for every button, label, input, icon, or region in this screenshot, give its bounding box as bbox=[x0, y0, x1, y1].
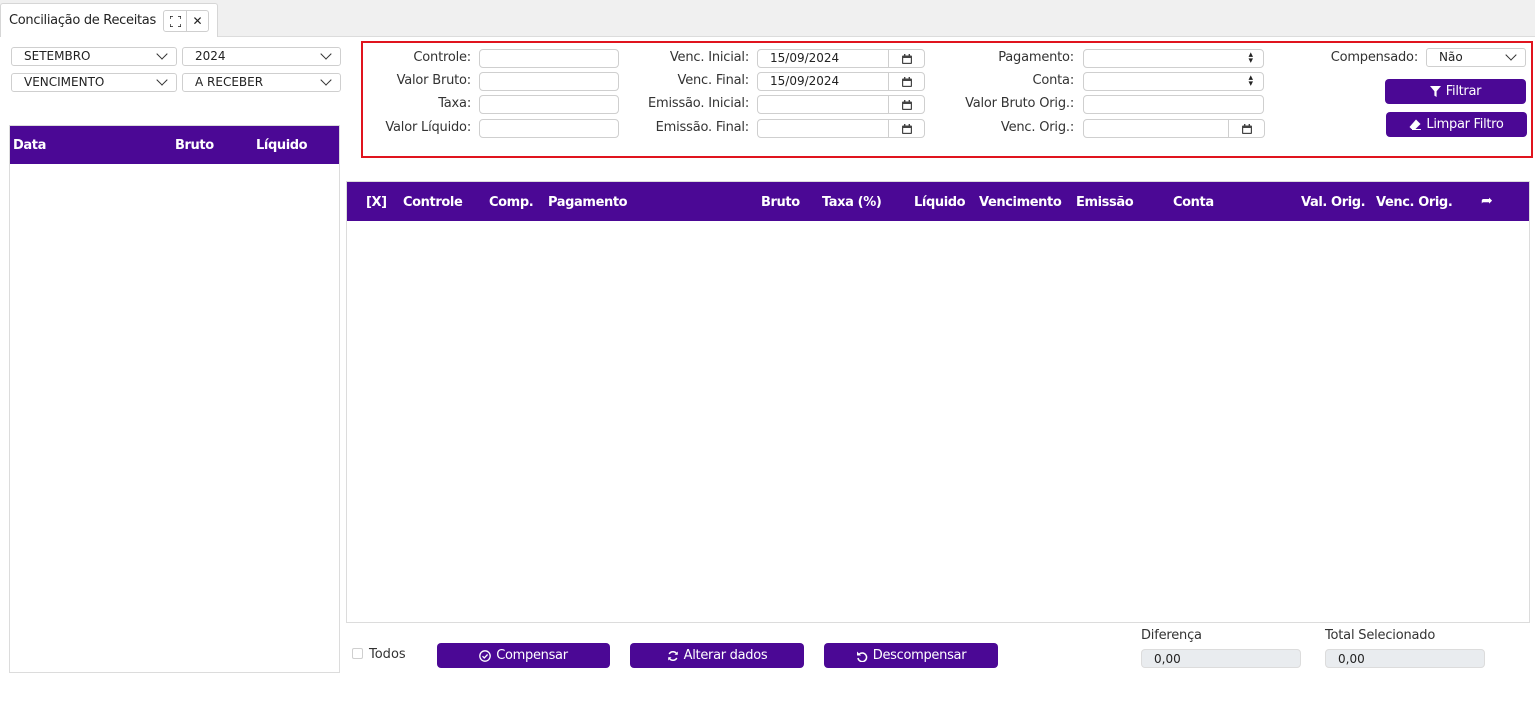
tab-title: Conciliação de Receitas bbox=[9, 13, 156, 28]
undo-icon bbox=[856, 651, 868, 662]
diferenca-label: Diferença bbox=[1141, 628, 1202, 643]
header-liquido[interactable]: Líquido bbox=[914, 195, 966, 210]
tab-actions: ✕ bbox=[163, 10, 209, 32]
filtrar-label: Filtrar bbox=[1445, 84, 1482, 99]
month-select[interactable]: SETEMBRO bbox=[11, 47, 177, 66]
venc-inicial-label: Venc. Inicial: bbox=[669, 50, 749, 65]
emissao-inicial-label: Emissão. Inicial: bbox=[648, 96, 749, 111]
compensar-label: Compensar bbox=[496, 648, 568, 663]
close-icon[interactable]: ✕ bbox=[186, 11, 208, 31]
header-pagamento[interactable]: Pagamento bbox=[548, 195, 628, 210]
header-emissao[interactable]: Emissão bbox=[1076, 195, 1134, 210]
header-data[interactable]: Data bbox=[13, 138, 46, 153]
sort-icon: ▴ ▾ bbox=[1248, 73, 1253, 89]
emissao-final-label: Emissão. Final: bbox=[655, 120, 750, 135]
chevron-down-icon bbox=[320, 74, 332, 86]
receitas-table: [X] Controle Comp. Pagamento Bruto Taxa … bbox=[346, 181, 1530, 623]
chevron-down-icon bbox=[1505, 49, 1517, 61]
alterar-dados-button[interactable]: Alterar dados bbox=[630, 643, 804, 668]
header-liquido[interactable]: Líquido bbox=[256, 138, 308, 153]
header-venc-orig[interactable]: Venc. Orig. bbox=[1376, 195, 1453, 210]
filtrar-button[interactable]: Filtrar bbox=[1385, 79, 1526, 104]
date-type-select[interactable]: VENCIMENTO bbox=[11, 73, 177, 92]
taxa-input[interactable] bbox=[479, 95, 619, 114]
venc-final-label: Venc. Final: bbox=[677, 73, 750, 88]
taxa-label: Taxa: bbox=[438, 96, 471, 111]
refresh-icon bbox=[667, 650, 678, 661]
conta-label: Conta: bbox=[1032, 73, 1074, 88]
header-vencimento[interactable]: Vencimento bbox=[979, 195, 1062, 210]
valor-bruto-label: Valor Bruto: bbox=[396, 73, 472, 88]
sort-icon: ▴ ▾ bbox=[1248, 50, 1253, 66]
descompensar-label: Descompensar bbox=[872, 648, 967, 663]
check-circle-icon bbox=[479, 649, 492, 662]
header-bruto[interactable]: Bruto bbox=[761, 195, 800, 210]
filter-panel: Controle: Valor Bruto: Taxa: Valor Líqui… bbox=[361, 41, 1533, 158]
todos-checkbox[interactable] bbox=[352, 648, 363, 659]
venc-final-value: 15/09/2024 bbox=[770, 74, 840, 88]
descompensar-button[interactable]: Descompensar bbox=[824, 643, 998, 668]
emissao-final-input[interactable] bbox=[757, 119, 925, 138]
compensado-value: Não bbox=[1439, 50, 1463, 64]
daily-summary-header: Data Bruto Líquido bbox=[10, 126, 339, 164]
filter-icon bbox=[1429, 86, 1441, 97]
tab-bar: Conciliação de Receitas ✕ bbox=[0, 0, 1535, 37]
venc-final-input[interactable]: 15/09/2024 bbox=[757, 72, 925, 91]
year-select[interactable]: 2024 bbox=[182, 47, 341, 66]
chevron-down-icon bbox=[320, 48, 332, 60]
valor-bruto-input[interactable] bbox=[479, 72, 619, 91]
header-bruto[interactable]: Bruto bbox=[175, 138, 214, 153]
calendar-icon[interactable] bbox=[1228, 120, 1264, 137]
calendar-icon[interactable] bbox=[888, 50, 924, 67]
alterar-dados-label: Alterar dados bbox=[683, 648, 768, 663]
venc-orig-input[interactable] bbox=[1083, 119, 1265, 138]
limpar-filtro-label: Limpar Filtro bbox=[1426, 117, 1504, 132]
compensado-label: Compensado: bbox=[1330, 50, 1419, 65]
total-selecionado-label: Total Selecionado bbox=[1325, 628, 1436, 643]
chevron-down-icon bbox=[156, 74, 168, 86]
header-conta[interactable]: Conta bbox=[1173, 195, 1214, 210]
valor-liquido-input[interactable] bbox=[479, 119, 619, 138]
controle-input[interactable] bbox=[479, 49, 619, 68]
date-type-select-value: VENCIMENTO bbox=[24, 75, 105, 89]
month-select-value: SETEMBRO bbox=[24, 49, 91, 63]
controle-label: Controle: bbox=[413, 50, 471, 65]
compensado-select[interactable]: Não bbox=[1426, 48, 1526, 67]
venc-inicial-value: 15/09/2024 bbox=[770, 51, 840, 65]
eraser-icon bbox=[1409, 119, 1422, 130]
status-select[interactable]: A RECEBER bbox=[182, 73, 341, 92]
header-select-all[interactable]: [X] bbox=[366, 195, 387, 210]
header-taxa[interactable]: Taxa (%) bbox=[822, 195, 882, 210]
valor-bruto-orig-label: Valor Bruto Orig.: bbox=[965, 96, 1074, 111]
calendar-icon[interactable] bbox=[888, 120, 924, 137]
pagamento-label: Pagamento: bbox=[998, 50, 1074, 65]
year-select-value: 2024 bbox=[195, 49, 226, 63]
header-val-orig[interactable]: Val. Orig. bbox=[1301, 195, 1366, 210]
chevron-down-icon bbox=[156, 48, 168, 60]
expand-icon[interactable] bbox=[164, 11, 186, 31]
daily-summary-table: Data Bruto Líquido bbox=[9, 125, 340, 673]
status-select-value: A RECEBER bbox=[195, 75, 264, 89]
limpar-filtro-button[interactable]: Limpar Filtro bbox=[1386, 112, 1527, 137]
valor-bruto-orig-input[interactable] bbox=[1083, 95, 1264, 114]
venc-orig-label: Venc. Orig.: bbox=[1000, 120, 1074, 135]
valor-liquido-label: Valor Líquido: bbox=[385, 120, 471, 135]
share-icon[interactable]: ➦ bbox=[1481, 193, 1493, 209]
total-selecionado-value: 0,00 bbox=[1325, 649, 1485, 668]
receitas-table-header: [X] Controle Comp. Pagamento Bruto Taxa … bbox=[347, 182, 1529, 221]
conta-select[interactable]: ▴ ▾ bbox=[1083, 72, 1264, 91]
venc-inicial-input[interactable]: 15/09/2024 bbox=[757, 49, 925, 68]
header-controle[interactable]: Controle bbox=[403, 195, 463, 210]
todos-label: Todos bbox=[369, 647, 406, 662]
header-comp[interactable]: Comp. bbox=[489, 195, 534, 210]
emissao-inicial-input[interactable] bbox=[757, 95, 925, 114]
compensar-button[interactable]: Compensar bbox=[437, 643, 610, 668]
calendar-icon[interactable] bbox=[888, 96, 924, 113]
tab-conciliacao[interactable]: Conciliação de Receitas ✕ bbox=[0, 3, 218, 37]
pagamento-select[interactable]: ▴ ▾ bbox=[1083, 49, 1264, 68]
diferenca-value: 0,00 bbox=[1141, 649, 1301, 668]
calendar-icon[interactable] bbox=[888, 73, 924, 90]
